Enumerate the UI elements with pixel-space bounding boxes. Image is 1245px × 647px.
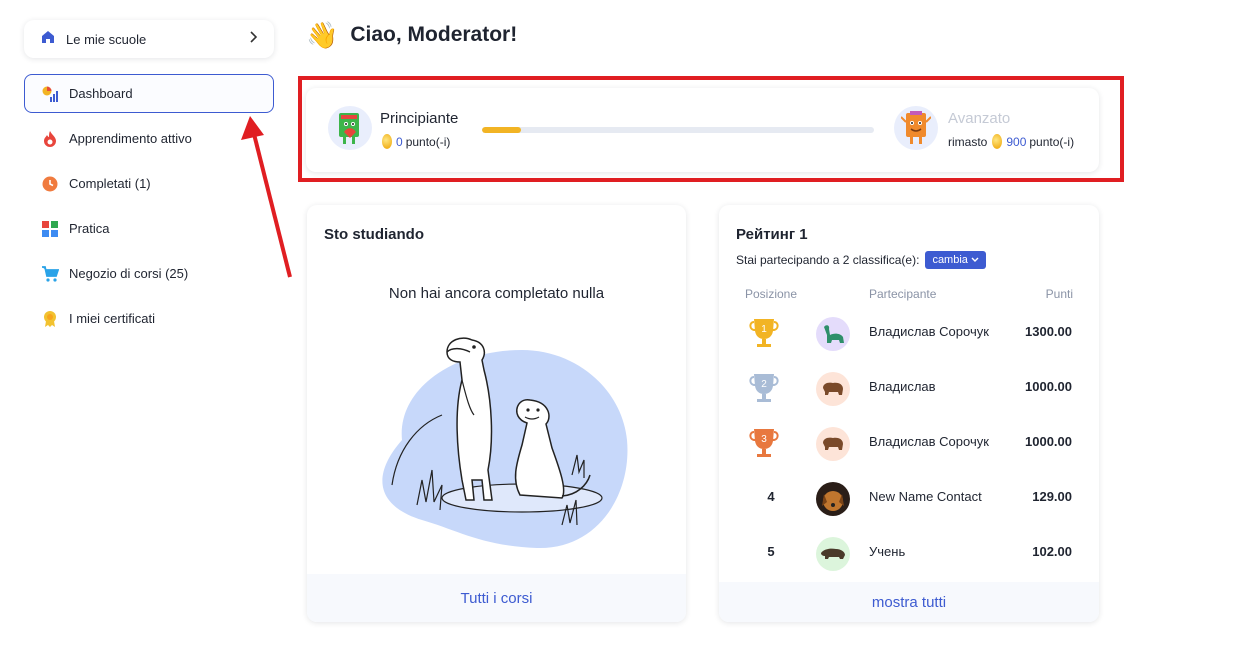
current-level-name: Principiante <box>380 110 459 127</box>
leaderboard-row: 5 Учень 102.00 <box>719 526 1099 581</box>
dog-photo-icon <box>822 491 844 511</box>
level-progress-fill <box>482 127 522 133</box>
next-level-name: Avanzato <box>948 110 1011 127</box>
home-icon <box>40 29 56 50</box>
avatar <box>816 482 850 516</box>
chevron-down-icon <box>971 257 979 262</box>
sidebar-item-active-learning[interactable]: Apprendimento attivo <box>24 119 274 158</box>
position-number: 5 <box>767 544 775 559</box>
points-unit: punto(-i) <box>1029 134 1075 149</box>
avatar <box>816 427 850 461</box>
participant-name: New Name Contact <box>869 489 982 504</box>
rating-card-title: Рейтинг 1 <box>736 226 808 243</box>
sidebar-item-label: Completati (1) <box>69 176 151 191</box>
header-participant: Partecipante <box>869 287 937 301</box>
bison-icon <box>823 437 843 450</box>
leaderboard-row: 4 New Name Contact 129.00 <box>719 471 1099 526</box>
sidebar-item-label: Apprendimento attivo <box>69 131 192 146</box>
studying-card: Sto studiando Non hai ancora completato … <box>307 205 686 622</box>
meerkats-illustration <box>382 337 628 549</box>
dinosaur-icon <box>824 325 844 343</box>
sidebar-item-certificates[interactable]: I miei certificati <box>24 299 274 338</box>
header-points: Punti <box>1045 287 1073 301</box>
chevron-right-icon <box>248 30 258 48</box>
bronze-trophy-icon: 3 <box>747 426 781 465</box>
beginner-level-avatar <box>328 106 372 150</box>
avatar <box>816 372 850 406</box>
sidebar-item-label: Dashboard <box>69 86 133 101</box>
empty-state-message: Non hai ancora completato nulla <box>388 285 605 302</box>
greeting: 👋 Ciao, Moderator! <box>306 22 517 48</box>
participant-points: 102.00 <box>1032 544 1072 559</box>
participant-name: Учень <box>869 544 906 559</box>
waving-hand-icon: 👋 <box>306 20 339 50</box>
position-number: 4 <box>767 489 775 504</box>
my-schools-label: Le mie scuole <box>66 31 147 47</box>
my-schools-button[interactable]: Le mie scuole <box>24 20 274 58</box>
page-title: Ciao, Moderator! <box>350 23 518 46</box>
sidebar-item-label: Pratica <box>69 221 110 236</box>
cart-icon <box>41 265 59 283</box>
rating-subtitle: Stai partecipando a 2 classifica(e): cam… <box>736 251 986 269</box>
sidebar-item-label: I miei certificati <box>69 311 155 326</box>
leaderboard-row: 2 Владислав 1000.00 <box>719 361 1099 416</box>
avatar <box>816 537 850 571</box>
header-position: Posizione <box>745 287 798 301</box>
sidebar-item-label: Negozio di corsi (25) <box>69 266 189 281</box>
fire-icon <box>41 130 59 148</box>
dashboard-icon <box>41 85 59 103</box>
leaderboard-row: 1 Владислав Сорочук 1300.00 <box>719 306 1099 361</box>
gold-trophy-icon: 1 <box>747 316 781 355</box>
sidebar-item-practice[interactable]: Pratica <box>24 209 274 248</box>
boar-icon <box>821 548 845 559</box>
leaderboard-row: 3 Владислав Сорочук 1000.00 <box>719 416 1099 471</box>
silver-trophy-icon: 2 <box>747 371 781 410</box>
next-level-points: rimasto 900 punto(-i) <box>948 134 1074 149</box>
change-button-label: cambia <box>932 254 968 266</box>
sidebar-item-completed[interactable]: Completati (1) <box>24 164 274 203</box>
participant-name: Владислав <box>869 379 936 394</box>
sidebar-nav: Dashboard Apprendimento attivo Completat… <box>24 74 274 344</box>
points-unit: punto(-i) <box>405 134 451 149</box>
level-progress-card: Principiante 0 punto(-i) Avanzato rimast… <box>306 88 1099 172</box>
participant-points: 1300.00 <box>1025 324 1072 339</box>
certificate-icon <box>41 310 59 328</box>
annotation-arrow <box>241 116 292 278</box>
trophy-rank: 3 <box>761 434 767 445</box>
participant-name: Владислав Сорочук <box>869 434 989 449</box>
leaderboard-count-text: Stai partecipando a 2 classifica(e): <box>736 253 920 267</box>
trophy-rank: 1 <box>761 324 767 335</box>
current-points-value: 0 <box>396 134 403 149</box>
bison-icon <box>823 382 843 395</box>
remaining-label: rimasto <box>948 134 988 149</box>
level-progress-bar <box>482 127 874 133</box>
avatar <box>816 317 850 351</box>
change-leaderboard-button[interactable]: cambia <box>925 251 986 269</box>
participant-points: 1000.00 <box>1025 434 1072 449</box>
remaining-points-value: 900 <box>1006 134 1027 149</box>
participant-name: Владислав Сорочук <box>869 324 989 339</box>
trophy-rank: 2 <box>761 379 767 390</box>
coin-icon <box>992 134 1003 149</box>
show-all-link[interactable]: mostra tutti <box>719 582 1099 622</box>
studying-card-title: Sto studiando <box>324 226 424 243</box>
advanced-level-avatar <box>894 106 938 150</box>
participant-points: 1000.00 <box>1025 379 1072 394</box>
sidebar-item-course-shop[interactable]: Negozio di corsi (25) <box>24 254 274 293</box>
grid-icon <box>41 220 59 238</box>
rating-card: Рейтинг 1 Stai partecipando a 2 classifi… <box>719 205 1099 622</box>
coin-icon <box>382 134 392 149</box>
clock-icon <box>41 175 59 193</box>
sidebar-item-dashboard[interactable]: Dashboard <box>24 74 274 113</box>
all-courses-link[interactable]: Tutti i corsi <box>307 574 686 622</box>
current-level-points: 0 punto(-i) <box>380 134 450 149</box>
participant-points: 129.00 <box>1032 489 1072 504</box>
